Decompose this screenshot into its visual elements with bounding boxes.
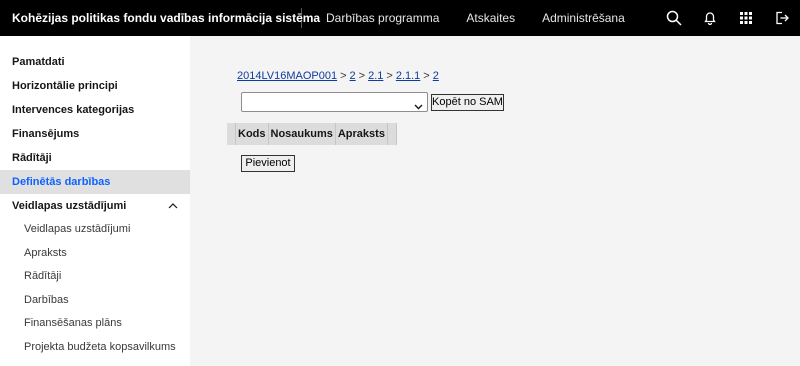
search-icon[interactable] bbox=[656, 0, 692, 36]
sidebar-subitem-finansesanas-plans[interactable]: Finansēšanas plāns bbox=[0, 312, 190, 336]
sidebar-group-label: Veidlapas uzstādījumi bbox=[12, 200, 127, 212]
nav-darbibas-programma[interactable]: Darbības programma bbox=[326, 11, 439, 25]
table-header-select bbox=[227, 123, 236, 145]
top-navigation: Darbības programma Atskaites Administrēš… bbox=[326, 11, 652, 25]
sidebar-subitem-darbibas[interactable]: Darbības bbox=[0, 289, 190, 313]
actions-table-header: Kods Nosaukums Apraksts bbox=[227, 123, 397, 145]
breadcrumb-link-priority[interactable]: 2 bbox=[350, 70, 356, 82]
breadcrumb-separator: > bbox=[340, 70, 347, 82]
sidebar-item-finansejums[interactable]: Finansējums bbox=[0, 122, 190, 146]
sidebar-group-veidlapas-uzstadijumi[interactable]: Veidlapas uzstādījumi bbox=[0, 194, 190, 218]
logout-icon[interactable] bbox=[764, 0, 800, 36]
sidebar-item-pamatdati[interactable]: Pamatdati bbox=[0, 50, 190, 74]
breadcrumb-link-objective[interactable]: 2.1 bbox=[368, 70, 383, 82]
chevron-down-icon bbox=[414, 98, 423, 116]
sidebar-item-intervences-kategorijas[interactable]: Intervences kategorijas bbox=[0, 98, 190, 122]
sidebar-item-raditaji[interactable]: Rādītāji bbox=[0, 146, 190, 170]
nav-administresana[interactable]: Administrēšana bbox=[542, 11, 625, 25]
breadcrumb-link-sam[interactable]: 2.1.1 bbox=[396, 70, 420, 82]
sam-select[interactable] bbox=[241, 92, 428, 112]
breadcrumb-link-program[interactable]: 2014LV16MAOP001 bbox=[237, 70, 337, 82]
sidebar-subitem-apraksts[interactable]: Apraksts bbox=[0, 242, 190, 266]
sidebar-subitem-raditaji[interactable]: Rādītāji bbox=[0, 265, 190, 289]
breadcrumb-separator: > bbox=[386, 70, 393, 82]
app-title[interactable]: Kohēzijas politikas fondu vadības inform… bbox=[0, 8, 320, 28]
table-header-kods[interactable]: Kods bbox=[236, 123, 269, 145]
top-header: Kohēzijas politikas fondu vadības inform… bbox=[0, 0, 800, 36]
breadcrumb-separator: > bbox=[423, 70, 430, 82]
chevron-up-icon[interactable] bbox=[168, 194, 178, 227]
copy-from-sam-button[interactable]: Kopēt no SAM bbox=[431, 94, 504, 111]
sidebar-subitem-projekta-budzeta-kopsavilkums[interactable]: Projekta budžeta kopsavilkums bbox=[0, 336, 190, 360]
header-actions bbox=[656, 0, 800, 36]
table-header-nosaukums[interactable]: Nosaukums bbox=[269, 123, 336, 145]
breadcrumb-link-current[interactable]: 2 bbox=[433, 70, 439, 82]
sidebar-subitem-veidlapas-uzstadijumi[interactable]: Veidlapas uzstādījumi bbox=[0, 218, 190, 242]
nav-atskaites[interactable]: Atskaites bbox=[466, 11, 515, 25]
sidebar: Pamatdati Horizontālie principi Interven… bbox=[0, 36, 190, 366]
notification-icon[interactable] bbox=[692, 0, 728, 36]
add-button[interactable]: Pievienot bbox=[241, 155, 295, 172]
breadcrumb: 2014LV16MAOP001 >2 >2.1 >2.1.1 >2 bbox=[237, 70, 439, 82]
table-header-apraksts[interactable]: Apraksts bbox=[336, 123, 388, 145]
breadcrumb-separator: > bbox=[358, 70, 366, 82]
main-content: 2014LV16MAOP001 >2 >2.1 >2.1.1 >2 Kopēt no S… bbox=[190, 36, 800, 366]
sidebar-item-horizontalie-principi[interactable]: Horizontālie principi bbox=[0, 74, 190, 98]
sidebar-item-definetas-darbibas[interactable]: Definētās darbības bbox=[0, 170, 190, 194]
table-header-actions bbox=[388, 123, 397, 145]
app-switcher-icon[interactable] bbox=[728, 0, 764, 36]
